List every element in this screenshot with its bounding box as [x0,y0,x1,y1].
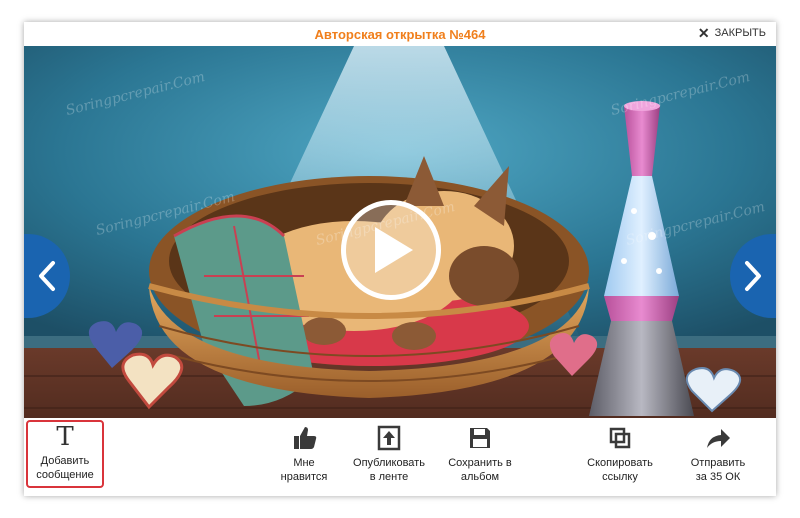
dialog-title: Авторская открытка №464 [314,27,486,42]
like-label: Мне нравится [280,457,328,483]
save-button[interactable]: Сохранить в альбом [439,424,521,484]
send-label: Отправить за 35 ОК [690,457,746,483]
chevron-left-icon [39,261,55,291]
close-label: ЗАКРЫТЬ [714,27,766,39]
close-icon: ✕ [697,25,710,41]
send-button[interactable]: Отправить за 35 ОК [678,424,758,484]
text-icon: T [56,422,74,452]
share-arrow-icon [704,424,732,452]
postcard-image[interactable]: Soringpcrepair.Com Soringpcrepair.Com So… [24,46,776,442]
like-button[interactable]: Мне нравится [269,424,339,484]
add-message-button[interactable]: T Добавить сообщение [26,420,104,488]
dialog-header: Авторская открытка №464 ✕ ЗАКРЫТЬ [24,22,776,46]
copy-link-label: Скопировать ссылку [587,457,653,483]
copy-link-button[interactable]: Скопировать ссылку [577,424,663,484]
play-icon [375,227,413,273]
save-label: Сохранить в альбом [448,457,512,483]
postcard-dialog: Авторская открытка №464 ✕ ЗАКРЫТЬ Soring… [24,22,776,496]
chevron-right-icon [745,261,761,291]
add-message-label: Добавить сообщение [36,455,94,481]
play-button[interactable] [341,200,441,300]
publish-icon [377,424,401,452]
action-toolbar: T Добавить сообщение Мне нравится Опубли… [24,418,776,496]
publish-label: Опубликовать в ленте [353,457,425,483]
thumbs-up-icon [291,424,317,452]
floppy-disk-icon [468,424,492,452]
close-button[interactable]: ✕ ЗАКРЫТЬ [697,25,766,41]
publish-button[interactable]: Опубликовать в ленте [349,424,429,484]
copy-link-icon [608,424,632,452]
